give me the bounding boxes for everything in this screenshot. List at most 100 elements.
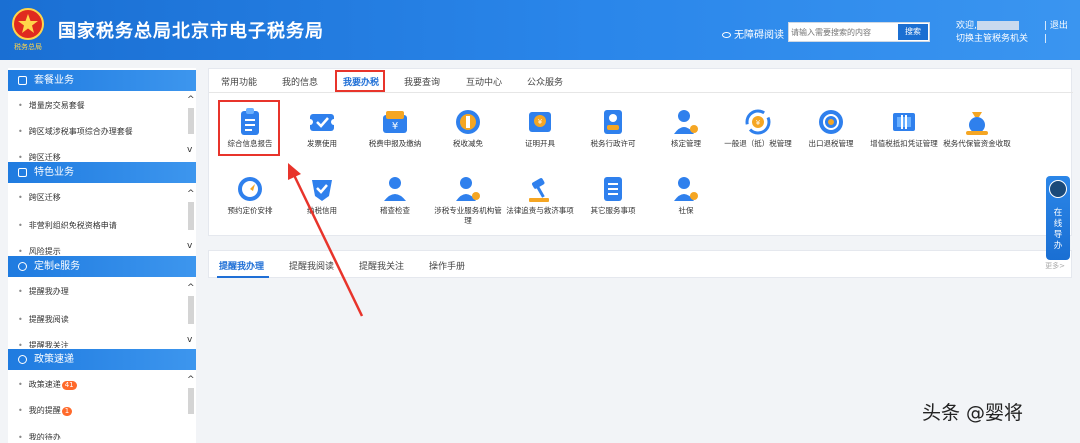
service-certificate[interactable]: ¥ 证明开具: [504, 107, 576, 167]
sidebar-item[interactable]: 政策速递41: [18, 379, 77, 391]
scrollbar[interactable]: ^ v: [186, 284, 196, 346]
username-redacted: [976, 21, 1019, 30]
scroll-up-icon: ^: [187, 375, 195, 385]
function-panel: 常用功能 我的信息 我要办税 我要查询 互动中心 公众服务 综合信息报告 发票使…: [208, 68, 1073, 236]
service-refund[interactable]: ¥ 一般退（抵）税管理: [722, 107, 794, 167]
service-declaration-payment[interactable]: ¥ 税费申报及缴纳: [359, 107, 431, 167]
scrollbar[interactable]: ^: [186, 376, 196, 436]
person-gear-icon: [456, 177, 480, 201]
wallet-yuan-icon: ¥: [383, 111, 407, 133]
sidebar-item[interactable]: 我的待办: [18, 432, 61, 440]
scrollbar[interactable]: ^ v: [186, 190, 196, 252]
sidebar-item[interactable]: 风险提示: [18, 246, 61, 255]
scroll-up-icon: ^: [187, 283, 195, 293]
highlight-box: [218, 100, 280, 156]
count-badge: 1: [61, 407, 73, 416]
accessibility-link[interactable]: 无障碍阅读: [722, 26, 784, 41]
search-input[interactable]: [791, 25, 897, 39]
user-icon: [18, 262, 27, 271]
service-fund-custody[interactable]: 税务代保管资金收取: [941, 107, 1013, 167]
service-inspection[interactable]: 稽查检查: [359, 174, 431, 234]
person-icon: [384, 177, 406, 201]
tab-remind-read[interactable]: 提醒我阅读: [289, 259, 334, 272]
svg-text:税务总局: 税务总局: [14, 42, 42, 51]
tax-emblem-icon: 税务总局: [12, 8, 44, 51]
scroll-down-icon: v: [187, 241, 193, 251]
count-badge: 41: [61, 381, 77, 390]
shield-check-icon: [312, 180, 332, 201]
document-icon: [604, 177, 622, 201]
sidebar-item[interactable]: 跨区迁移: [18, 192, 61, 204]
sidebar-item[interactable]: 跨区迁移: [18, 152, 61, 161]
sidebar-item[interactable]: 提醒我关注: [18, 340, 69, 348]
sidebar-group-special[interactable]: 特色业务: [8, 162, 196, 183]
service-professional-agency[interactable]: 涉税专业服务机构管理: [432, 174, 504, 234]
scroll-up-icon: ^: [187, 95, 195, 105]
certificate-icon: ¥: [529, 112, 551, 132]
grid-icon: [18, 168, 27, 177]
search-button[interactable]: 搜索: [898, 24, 928, 40]
welcome-area: 欢迎, 切换主管税务机关: [956, 20, 1028, 46]
refund-cycle-icon: ¥: [745, 109, 771, 135]
service-admin-license[interactable]: 税务行政许可: [577, 107, 649, 167]
service-other[interactable]: 其它服务事项: [577, 174, 649, 234]
agent-avatar-icon: [1049, 180, 1067, 198]
sidebar-item[interactable]: 增量房交易套餐: [18, 100, 85, 112]
logout-link[interactable]: | 退出 |: [1044, 20, 1068, 46]
layers-icon: [18, 76, 27, 85]
svg-text:¥: ¥: [756, 119, 761, 127]
gavel-icon: [529, 178, 549, 202]
scroll-down-icon: v: [187, 145, 193, 155]
tab-public-service[interactable]: 公众服务: [527, 75, 563, 88]
scroll-up-icon: ^: [187, 189, 195, 199]
sidebar-group-package[interactable]: 套餐业务: [8, 70, 196, 91]
reminder-panel: 提醒我办理 提醒我阅读 提醒我关注 操作手册 更多>: [208, 250, 1072, 278]
service-invoice-use[interactable]: 发票使用: [286, 107, 358, 167]
service-tax-reduction[interactable]: 税收减免: [432, 107, 504, 167]
sidebar-item[interactable]: 提醒我办理: [18, 286, 69, 298]
service-legal-remedy[interactable]: 法律追责与救济事项: [504, 174, 576, 234]
svg-text:¥: ¥: [538, 118, 543, 126]
watermark-text: 头条 @婴将: [922, 402, 1024, 424]
tab-query[interactable]: 我要查询: [404, 75, 440, 88]
tab-common[interactable]: 常用功能: [221, 75, 257, 88]
tab-interaction[interactable]: 互动中心: [466, 75, 502, 88]
service-vat-deduction[interactable]: 增值税抵扣凭证管理: [868, 107, 940, 167]
sidebar-item[interactable]: 非营利组织免税资格申请: [18, 220, 117, 232]
person-gear-icon: [674, 177, 698, 201]
ticket-icon: [307, 114, 337, 131]
sidebar-group-policy[interactable]: 政策速递: [8, 349, 196, 370]
eye-icon: [722, 32, 731, 38]
sidebar-item[interactable]: 提醒我阅读: [18, 314, 69, 326]
service-pricing-arrangement[interactable]: 预约定价安排: [214, 174, 286, 234]
tab-remind-handle[interactable]: 提醒我办理: [219, 259, 264, 272]
search-box: 搜索: [788, 22, 930, 42]
online-guide-label: 在线导办: [1053, 208, 1063, 251]
welcome-text: 欢迎,: [956, 21, 977, 31]
person-gear-icon: [674, 110, 698, 134]
id-card-icon: [604, 110, 622, 134]
tab-manual[interactable]: 操作手册: [429, 259, 465, 272]
sidebar-group-custom[interactable]: 定制e服务: [8, 256, 196, 277]
service-tax-credit[interactable]: 纳税信用: [286, 174, 358, 234]
more-link[interactable]: 更多>: [1045, 261, 1065, 271]
sidebar-item[interactable]: 我的提醒1: [18, 405, 73, 417]
sidebar-item[interactable]: 跨区域涉税事项综合办理套餐: [18, 126, 133, 138]
service-assessment[interactable]: 核定管理: [650, 107, 722, 167]
sidebar: 套餐业务 增量房交易套餐 跨区域涉税事项综合办理套餐 跨区迁移 ^v 特色业务 …: [8, 68, 196, 443]
money-bag-icon: [966, 112, 988, 135]
active-tab-indicator: [217, 276, 269, 278]
top-header: 税务总局 国家税务总局北京市电子税务局 无障碍阅读 搜索 欢迎, 切换主管税务机…: [0, 0, 1080, 60]
service-export-refund[interactable]: 出口退税管理: [795, 107, 867, 167]
coin-icon: [456, 110, 480, 134]
switch-org-link[interactable]: 切换主管税务机关: [956, 34, 1028, 44]
tab-remind-follow[interactable]: 提醒我关注: [359, 259, 404, 272]
user-icon: [18, 355, 27, 364]
scroll-down-icon: v: [187, 335, 193, 345]
service-social-security[interactable]: 社保: [650, 174, 722, 234]
svg-text:¥: ¥: [392, 121, 398, 132]
globe-icon: [819, 110, 843, 134]
invoice-stack-icon: [893, 113, 915, 131]
tab-my-info[interactable]: 我的信息: [282, 75, 318, 88]
scrollbar[interactable]: ^ v: [186, 96, 196, 156]
